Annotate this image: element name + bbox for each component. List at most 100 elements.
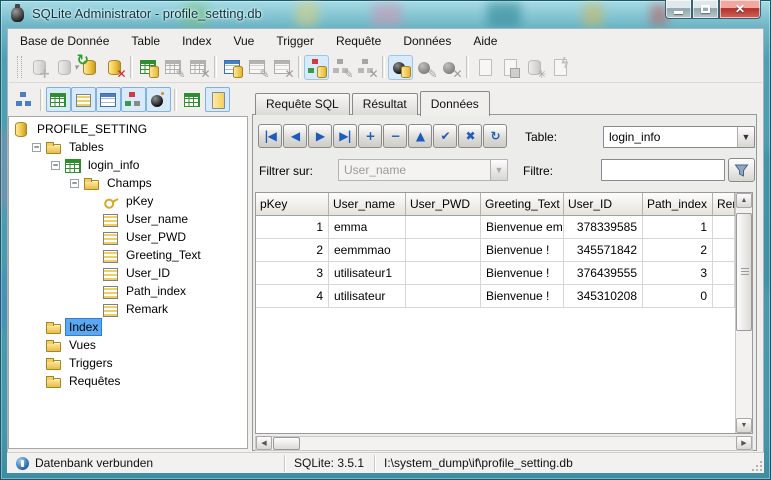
- chevron-down-icon[interactable]: ▼: [737, 127, 754, 147]
- cell-user-name[interactable]: utilisateur1: [329, 262, 406, 285]
- show-views-toggle[interactable]: [96, 87, 121, 112]
- column-header-remark[interactable]: Remark: [713, 193, 735, 216]
- tree-item-login-info[interactable]: − login_info: [9, 156, 247, 174]
- collapse-expander[interactable]: −: [32, 143, 41, 152]
- cell-greeting-text[interactable]: Bienvenue !: [481, 262, 564, 285]
- tab-resultat[interactable]: Résultat: [352, 93, 418, 115]
- cell-path-index[interactable]: 3: [643, 262, 713, 285]
- apply-filter-button[interactable]: [728, 158, 755, 182]
- tree-structure-button[interactable]: [12, 87, 37, 112]
- edit-view-button[interactable]: [245, 55, 270, 80]
- show-indexes-toggle[interactable]: [121, 87, 146, 112]
- menu-vue[interactable]: Vue: [222, 30, 265, 52]
- scroll-down-icon[interactable]: ▼: [736, 418, 752, 433]
- table-row[interactable]: 2 eemmmao Bienvenue ! 345571842 2: [256, 239, 735, 262]
- tree-item-user-name[interactable]: − User_name: [9, 210, 247, 228]
- show-fields-toggle[interactable]: [71, 87, 96, 112]
- menu-table[interactable]: Table: [120, 30, 171, 52]
- drop-trigger-button[interactable]: [438, 55, 463, 80]
- scroll-right-icon[interactable]: ▶: [736, 436, 752, 450]
- table-row[interactable]: 4 utilisateur Bienvenue ! 345310208 0: [256, 285, 735, 308]
- drop-view-button[interactable]: [270, 55, 295, 80]
- cell-remark[interactable]: [713, 239, 735, 262]
- menu-index[interactable]: Index: [171, 30, 222, 52]
- cell-user-pwd[interactable]: [406, 239, 481, 262]
- edit-trigger-button[interactable]: [413, 55, 438, 80]
- cell-user-name[interactable]: utilisateur: [329, 285, 406, 308]
- cell-pkey[interactable]: 3: [256, 262, 329, 285]
- first-record-button[interactable]: |◀: [258, 124, 282, 148]
- refresh-records-button[interactable]: ↻: [483, 124, 507, 148]
- edit-record-button[interactable]: ▲: [408, 124, 432, 148]
- minimize-button[interactable]: [665, 0, 692, 19]
- menu-requete[interactable]: Requête: [325, 30, 392, 52]
- tree-item-champs[interactable]: − Champs: [9, 174, 247, 192]
- execute-sql-button[interactable]: [547, 55, 572, 80]
- titlebar[interactable]: SQLite Administrator - profile_setting.d…: [0, 0, 771, 28]
- collapse-expander[interactable]: −: [51, 161, 60, 170]
- refresh-database-button[interactable]: [77, 55, 102, 80]
- cell-path-index[interactable]: 1: [643, 216, 713, 239]
- cell-remark[interactable]: [713, 285, 735, 308]
- create-table-button[interactable]: [136, 55, 161, 80]
- column-header-pkey[interactable]: pKey: [256, 193, 329, 216]
- cell-pkey[interactable]: 2: [256, 239, 329, 262]
- cell-path-index[interactable]: 2: [643, 239, 713, 262]
- edit-table-button[interactable]: [161, 55, 186, 80]
- cell-user-name[interactable]: emma: [329, 216, 406, 239]
- table-row[interactable]: 3 utilisateur1 Bienvenue ! 376439555 3: [256, 262, 735, 285]
- menu-trigger[interactable]: Trigger: [265, 30, 325, 52]
- horizontal-scrollbar[interactable]: ◀ ▶: [255, 436, 753, 451]
- show-tables-toggle[interactable]: [46, 87, 71, 112]
- collapse-expander[interactable]: −: [70, 179, 79, 188]
- cell-user-pwd[interactable]: [406, 262, 481, 285]
- cell-pkey[interactable]: 1: [256, 216, 329, 239]
- cell-greeting-text[interactable]: Bienvenue em: [481, 216, 564, 239]
- cell-user-id[interactable]: 345571842: [564, 239, 643, 262]
- create-index-button[interactable]: [304, 55, 329, 80]
- table-select[interactable]: login_info ▼: [603, 126, 755, 148]
- new-database-button[interactable]: [27, 55, 52, 80]
- insert-record-button[interactable]: +: [358, 124, 382, 148]
- resize-grip[interactable]: [752, 461, 762, 471]
- prior-record-button[interactable]: ◀: [283, 124, 307, 148]
- tree-item-profile-setting[interactable]: − PROFILE_SETTING: [9, 120, 247, 138]
- tab-donnees[interactable]: Données: [420, 91, 490, 116]
- tab-requete-sql[interactable]: Requête SQL: [255, 93, 350, 115]
- cell-greeting-text[interactable]: Bienvenue !: [481, 239, 564, 262]
- menu-donnees[interactable]: Données: [392, 30, 462, 52]
- tree-item-user-id[interactable]: − User_ID: [9, 264, 247, 282]
- save-sql-button[interactable]: [497, 55, 522, 80]
- menu-aide[interactable]: Aide: [462, 30, 508, 52]
- create-trigger-button[interactable]: [388, 55, 413, 80]
- tree-item-greeting-text[interactable]: − Greeting_Text: [9, 246, 247, 264]
- column-header-user-name[interactable]: User_name: [329, 193, 406, 216]
- column-header-user-pwd[interactable]: User_PWD: [406, 193, 481, 216]
- cell-remark[interactable]: [713, 216, 735, 239]
- last-record-button[interactable]: ▶|: [333, 124, 357, 148]
- horizontal-scroll-thumb[interactable]: [273, 437, 300, 450]
- cell-user-id[interactable]: 376439555: [564, 262, 643, 285]
- scroll-left-icon[interactable]: ◀: [256, 436, 272, 450]
- tree-item-path-index[interactable]: − Path_index: [9, 282, 247, 300]
- filter-input[interactable]: [601, 159, 725, 181]
- column-header-user-id[interactable]: User_ID: [564, 193, 643, 216]
- maximize-button[interactable]: [692, 0, 719, 19]
- cancel-edit-button[interactable]: ✖: [458, 124, 482, 148]
- tree-item-triggers[interactable]: − Triggers: [9, 354, 247, 372]
- database-options-button[interactable]: [522, 55, 547, 80]
- delete-record-button[interactable]: −: [383, 124, 407, 148]
- drop-index-button[interactable]: [354, 55, 379, 80]
- column-header-greeting-text[interactable]: Greeting_Text: [481, 193, 564, 216]
- vertical-scrollbar[interactable]: ▲ ▼: [735, 193, 752, 433]
- close-database-button[interactable]: [102, 55, 127, 80]
- filter-column-select[interactable]: User_name ▼: [338, 159, 508, 181]
- cell-remark[interactable]: [713, 262, 735, 285]
- tree-item-user-pwd[interactable]: − User_PWD: [9, 228, 247, 246]
- tree-item-requetes[interactable]: − Requêtes: [9, 372, 247, 390]
- cell-path-index[interactable]: 0: [643, 285, 713, 308]
- cell-pkey[interactable]: 4: [256, 285, 329, 308]
- menu-base-de-donnee[interactable]: Base de Donnée: [9, 30, 120, 52]
- post-edit-button[interactable]: ✔: [433, 124, 457, 148]
- cell-greeting-text[interactable]: Bienvenue !: [481, 285, 564, 308]
